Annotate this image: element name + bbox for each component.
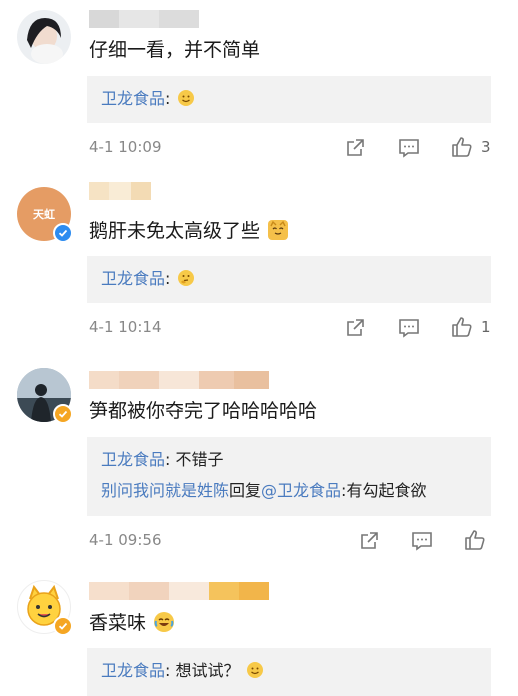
- like-count: 1: [481, 318, 491, 336]
- mention-link[interactable]: @卫龙食品: [261, 481, 341, 500]
- like-icon[interactable]: [450, 135, 474, 159]
- like-icon[interactable]: [450, 315, 474, 339]
- avatar-logo-text: 天虹: [33, 208, 55, 221]
- username-blurred[interactable]: [89, 371, 269, 389]
- verified-blue-icon: [53, 223, 73, 243]
- comment-text: 笋都被你夺完了哈哈哈哈哈: [89, 400, 318, 422]
- comment-text: 鹅肝未免太高级了些: [89, 219, 289, 243]
- comment-icon[interactable]: [410, 529, 434, 553]
- cat-emoji: [268, 220, 289, 240]
- timestamp: 4-1 10:14: [89, 318, 162, 336]
- comment-text: 仔细一看，并不简单: [89, 39, 261, 61]
- username-blurred[interactable]: [89, 10, 199, 28]
- reply-box[interactable]: 卫龙食品:: [87, 256, 491, 303]
- verified-gold-icon: [53, 404, 73, 424]
- reply-box[interactable]: 卫龙食品:: [87, 76, 491, 123]
- reply-line: 别问我问就是姓陈回复@卫龙食品:有勾起食欲: [101, 481, 427, 500]
- share-icon[interactable]: [357, 529, 381, 553]
- username-blurred[interactable]: [89, 582, 269, 600]
- reply-author[interactable]: 卫龙食品: [101, 661, 165, 680]
- thinking-emoji: [177, 270, 194, 286]
- comment-text: 香菜味: [89, 611, 175, 635]
- like-icon[interactable]: [463, 528, 487, 552]
- comment-icon[interactable]: [397, 316, 421, 340]
- smile-emoji: [246, 662, 263, 678]
- user-avatar[interactable]: [17, 580, 73, 636]
- reply-line: 卫龙食品: 不错子: [101, 450, 224, 469]
- user-avatar[interactable]: [17, 368, 73, 424]
- reply-box[interactable]: 卫龙食品: 想试试？: [87, 648, 491, 696]
- laugh-cry-emoji: [154, 612, 175, 632]
- reply-box[interactable]: 卫龙食品: 不错子 别问我问就是姓陈回复@卫龙食品:有勾起食欲: [87, 437, 491, 516]
- reply-author[interactable]: 卫龙食品: [101, 89, 165, 108]
- timestamp: 4-1 10:09: [89, 138, 162, 156]
- username-blurred[interactable]: [89, 182, 151, 200]
- share-icon[interactable]: [343, 316, 367, 340]
- reply-author[interactable]: 卫龙食品: [101, 450, 165, 469]
- reply-line: 卫龙食品:: [101, 268, 194, 290]
- reply-line: 卫龙食品:: [101, 88, 194, 110]
- reply-line: 卫龙食品: 想试试？: [101, 660, 263, 682]
- user-avatar[interactable]: [17, 10, 71, 64]
- user-avatar[interactable]: 天虹: [17, 187, 73, 243]
- timestamp: 4-1 09:56: [89, 531, 162, 549]
- comment-icon[interactable]: [397, 136, 421, 160]
- reply-author[interactable]: 别问我问就是姓陈: [101, 481, 229, 500]
- smile-emoji: [177, 90, 194, 106]
- reply-author[interactable]: 卫龙食品: [101, 269, 165, 288]
- verified-gold-icon: [53, 616, 73, 636]
- share-icon[interactable]: [343, 136, 367, 160]
- like-count: 3: [481, 138, 491, 156]
